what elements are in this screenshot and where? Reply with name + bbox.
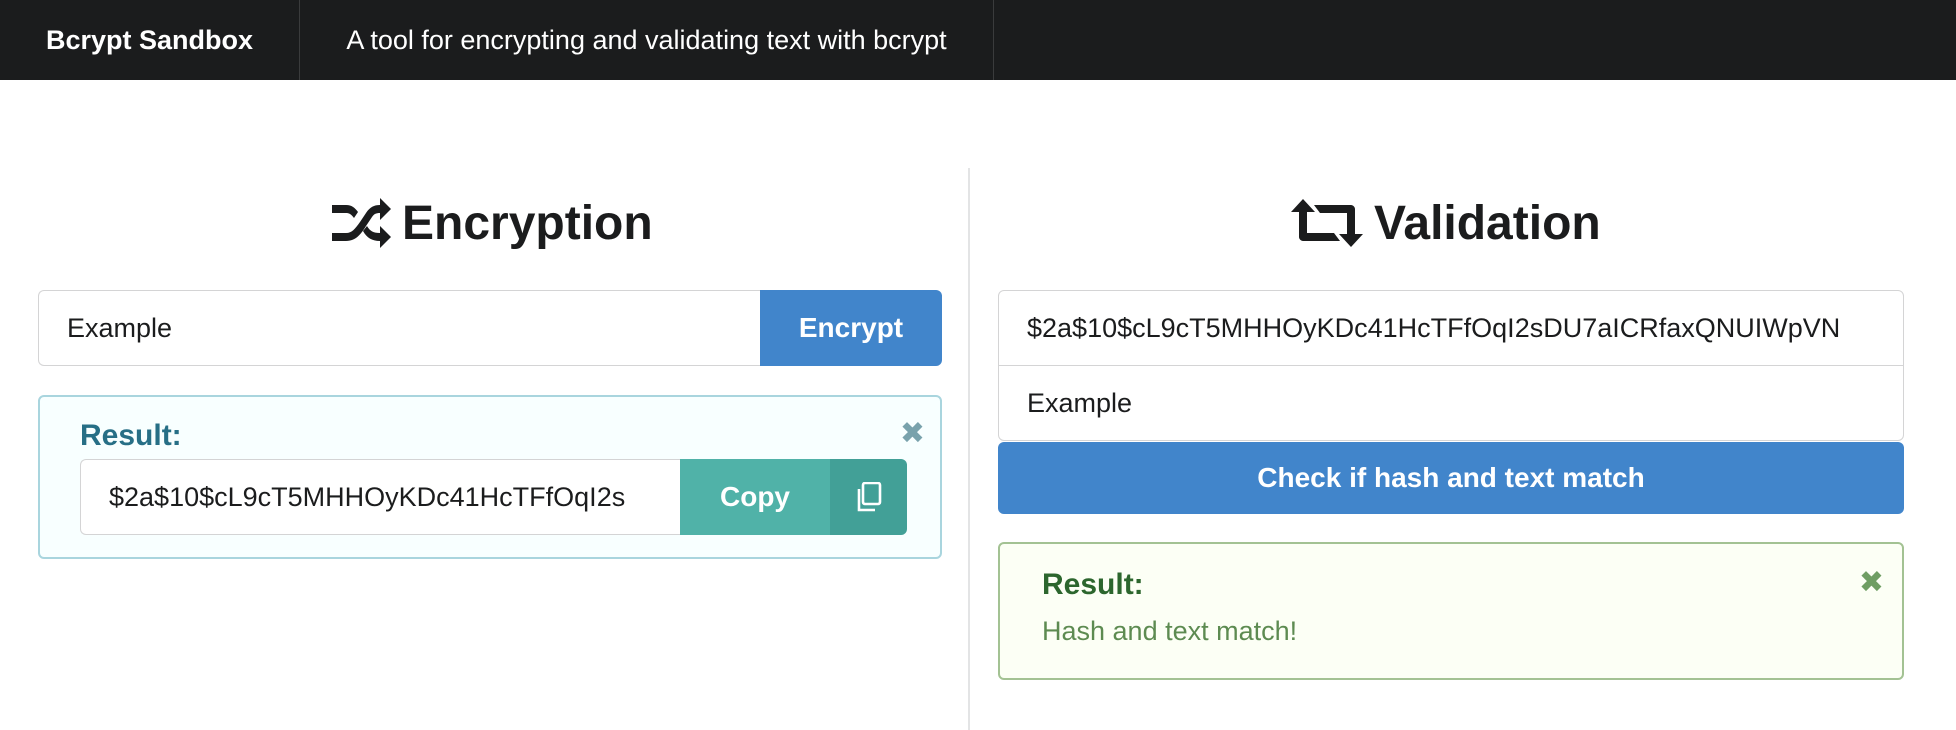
check-match-button[interactable]: Check if hash and text match: [998, 442, 1904, 514]
text-to-encrypt-input[interactable]: [38, 290, 761, 366]
result-label: Result:: [80, 419, 182, 452]
plaintext-field[interactable]: [1027, 387, 1903, 419]
encryption-result-panel: Result: ✖ $2a$10$cL9cT5MHHOyKDc41HcTFfOq…: [38, 395, 942, 559]
validation-result-panel: Result: Hash and text match! ✖: [998, 542, 1904, 680]
copy-button[interactable]: Copy: [680, 459, 907, 535]
close-icon[interactable]: ✖: [900, 419, 925, 449]
top-menu: Bcrypt Sandbox A tool for encrypting and…: [0, 0, 1956, 80]
tagline: A tool for encrypting and validating tex…: [300, 0, 994, 80]
encrypt-text-field[interactable]: [67, 312, 761, 344]
vertical-divider: [968, 168, 970, 730]
validation-heading: Validation: [1290, 183, 1601, 263]
encryption-title: Encryption: [402, 196, 653, 250]
hash-input[interactable]: [998, 290, 1904, 366]
encryption-heading: Encryption: [330, 183, 653, 263]
text-input[interactable]: [998, 365, 1904, 441]
copy-label: Copy: [680, 459, 830, 535]
retweet-icon: [1290, 195, 1364, 251]
close-icon[interactable]: ✖: [1859, 568, 1884, 598]
brand-title[interactable]: Bcrypt Sandbox: [0, 0, 300, 80]
hash-output-field[interactable]: $2a$10$cL9cT5MHHOyKDc41HcTFfOqI2s: [80, 459, 680, 535]
result-message: Hash and text match!: [1042, 616, 1298, 646]
hash-field[interactable]: [1027, 312, 1903, 344]
encrypt-button[interactable]: Encrypt: [760, 290, 942, 366]
shuffle-icon: [330, 195, 392, 251]
result-label: Result:: [1042, 568, 1144, 601]
validation-title: Validation: [1374, 196, 1601, 250]
copy-icon: [830, 459, 907, 535]
